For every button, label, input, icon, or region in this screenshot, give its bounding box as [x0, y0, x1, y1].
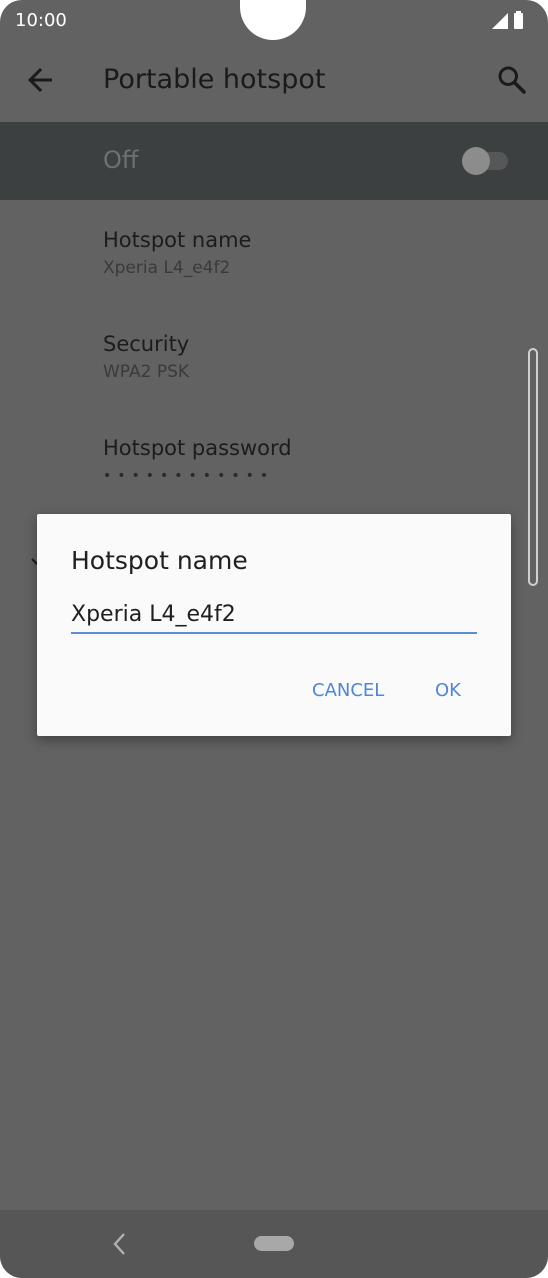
password-mask: ••••••••••••	[103, 468, 275, 484]
setting-title: Hotspot name	[103, 228, 252, 252]
scrollbar[interactable]	[528, 348, 538, 586]
setting-title: Hotspot password	[103, 436, 292, 460]
search-icon[interactable]	[494, 62, 530, 98]
hotspot-toggle-thumb[interactable]	[462, 147, 490, 175]
hotspot-name-dialog: Hotspot name CANCEL OK	[37, 514, 511, 736]
camera-notch	[240, 0, 306, 40]
nav-back-icon[interactable]	[108, 1230, 132, 1258]
nav-home-pill[interactable]	[254, 1236, 294, 1251]
status-bar: 10:00	[0, 0, 548, 42]
setting-hotspot-name[interactable]: Hotspot name Xperia L4_e4f2	[103, 228, 251, 278]
dialog-title: Hotspot name	[71, 546, 248, 575]
cancel-button[interactable]: CANCEL	[312, 680, 384, 701]
setting-hotspot-password[interactable]: Hotspot password ••••••••••••	[103, 436, 292, 484]
master-switch-label: Off	[103, 146, 139, 174]
setting-security[interactable]: Security WPA2 PSK	[103, 332, 189, 382]
setting-title: Security	[103, 332, 190, 356]
status-time: 10:00	[15, 10, 67, 31]
battery-icon	[514, 13, 523, 29]
setting-value: Xperia L4_e4f2	[103, 258, 231, 278]
signal-icon	[492, 11, 523, 29]
setting-value: WPA2 PSK	[103, 362, 190, 382]
page-title: Portable hotspot	[103, 64, 326, 95]
hotspot-name-input[interactable]	[71, 596, 477, 634]
navigation-bar	[0, 1210, 548, 1278]
arrow-back-icon[interactable]	[22, 62, 58, 98]
ok-button[interactable]: OK	[435, 680, 461, 701]
app-bar: Portable hotspot	[0, 42, 548, 122]
hotspot-master-switch-row[interactable]: Off	[0, 122, 548, 200]
phone-screen: 10:00 Portable hotspot Off Hotspot name …	[0, 0, 548, 1278]
